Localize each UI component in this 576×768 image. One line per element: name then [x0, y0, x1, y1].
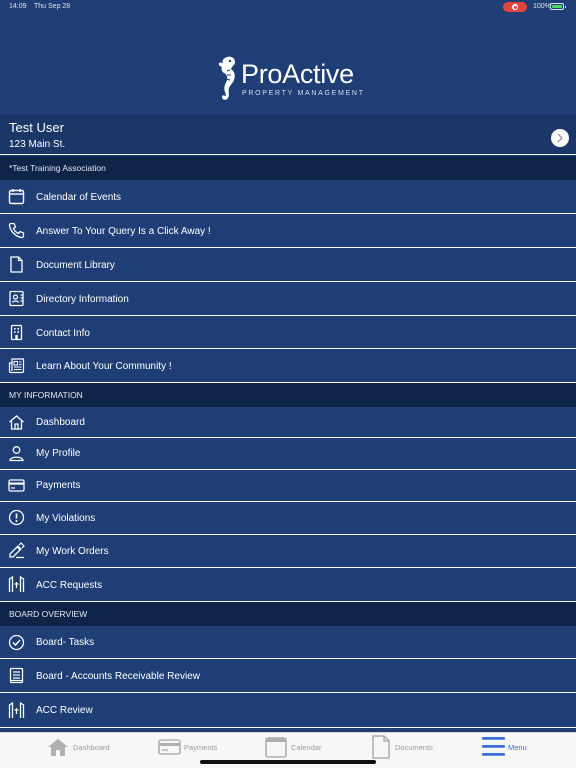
home-indicator: [200, 760, 376, 764]
menu-item-label: Answer To Your Query Is a Click Away !: [36, 226, 211, 237]
menu-item-answer-query[interactable]: Answer To Your Query Is a Click Away !: [0, 214, 576, 248]
tab-label: Documents: [395, 743, 433, 752]
menu-item-my-profile[interactable]: My Profile: [0, 438, 576, 470]
menu-item-label: Dashboard: [36, 417, 85, 428]
association-header: *Test Training Association: [0, 156, 576, 180]
menu-item-my-violations[interactable]: My Violations: [0, 502, 576, 535]
menu-item-label: My Work Orders: [36, 546, 109, 557]
section-header-board-overview: BOARD OVERVIEW: [0, 602, 576, 626]
menu-item-label: Contact Info: [36, 328, 90, 339]
exclamation-circle-icon: [8, 509, 25, 526]
proactive-logo: ProActive PROPERTY MANAGEMENT: [216, 54, 366, 104]
menu-item-board-accounts-receivable[interactable]: Board - Accounts Receivable Review: [0, 659, 576, 693]
menu-item-label: ACC Review: [36, 705, 93, 716]
user-address: 123 Main St.: [9, 139, 66, 150]
tab-documents[interactable]: Documents: [372, 733, 442, 767]
menu-item-calendar-of-events[interactable]: Calendar of Events: [0, 180, 576, 214]
menu-item-label: Learn About Your Community !: [36, 361, 172, 372]
menu-item-label: Directory Information: [36, 294, 129, 305]
document-icon: [372, 735, 390, 759]
user-details-button[interactable]: [551, 129, 569, 147]
menu-item-directory-information[interactable]: Directory Information: [0, 282, 576, 316]
menu-item-label: ACC Requests: [36, 580, 103, 591]
document-icon: [10, 256, 23, 273]
menu-item-dashboard[interactable]: Dashboard: [0, 407, 576, 438]
menu-item-payments[interactable]: Payments: [0, 470, 576, 502]
menu-item-my-work-orders[interactable]: My Work Orders: [0, 535, 576, 568]
user-profile-row[interactable]: Test User 123 Main St.: [0, 115, 576, 155]
tab-menu[interactable]: Menu: [482, 733, 542, 767]
menu-item-label: Document Library: [36, 260, 115, 271]
acc-icon: [8, 702, 25, 718]
tab-label: Calendar: [291, 743, 322, 752]
menu-item-learn-about-community[interactable]: Learn About Your Community !: [0, 349, 576, 383]
logo-title: ProActive: [241, 59, 354, 89]
credit-card-icon: [8, 479, 25, 492]
ledger-icon: [9, 667, 24, 684]
user-name: Test User: [9, 120, 64, 135]
calendar-icon: [8, 189, 25, 205]
logo-subtitle: PROPERTY MANAGEMENT: [242, 90, 365, 97]
home-icon: [48, 739, 68, 756]
tools-icon: [9, 542, 25, 559]
menu-item-label: Board- Tasks: [36, 637, 95, 648]
tab-dashboard[interactable]: Dashboard: [46, 733, 116, 767]
calendar-icon: [265, 737, 287, 758]
seahorse-logo-icon: [218, 56, 235, 100]
check-circle-icon: [8, 634, 25, 651]
screen-recording-icon: [503, 2, 527, 12]
battery-percent: 100%: [533, 3, 551, 10]
newspaper-icon: [8, 358, 25, 374]
menu-item-label: My Profile: [36, 448, 81, 459]
contact-card-icon: [9, 290, 24, 307]
person-icon: [9, 446, 24, 462]
tab-label: Dashboard: [73, 743, 110, 752]
hamburger-menu-icon: [482, 737, 505, 756]
app-header: ProActive PROPERTY MANAGEMENT: [0, 14, 576, 115]
credit-card-icon: [158, 739, 181, 755]
status-bar: 14:09 Thu Sep 28 100%: [0, 0, 576, 14]
section-header-my-information: MY INFORMATION: [0, 383, 576, 407]
phone-icon: [8, 222, 25, 239]
menu-item-document-library[interactable]: Document Library: [0, 248, 576, 282]
menu-item-label: My Violations: [36, 513, 96, 524]
status-date: Thu Sep 28: [34, 3, 71, 10]
home-icon: [9, 415, 24, 430]
building-icon: [10, 324, 23, 341]
status-time: 14:09: [9, 3, 27, 10]
chevron-right-icon: [557, 133, 563, 143]
menu-item-contact-info[interactable]: Contact Info: [0, 316, 576, 349]
menu-item-label: Calendar of Events: [36, 192, 122, 203]
menu-item-acc-review[interactable]: ACC Review: [0, 693, 576, 728]
battery-icon: [550, 3, 566, 10]
menu-item-label: Payments: [36, 480, 81, 491]
menu-item-label: Board - Accounts Receivable Review: [36, 671, 200, 682]
acc-icon: [8, 576, 25, 592]
menu-item-acc-requests[interactable]: ACC Requests: [0, 568, 576, 602]
menu-item-board-tasks[interactable]: Board- Tasks: [0, 626, 576, 659]
tab-label: Payments: [184, 743, 218, 752]
tab-label: Menu: [508, 743, 527, 752]
